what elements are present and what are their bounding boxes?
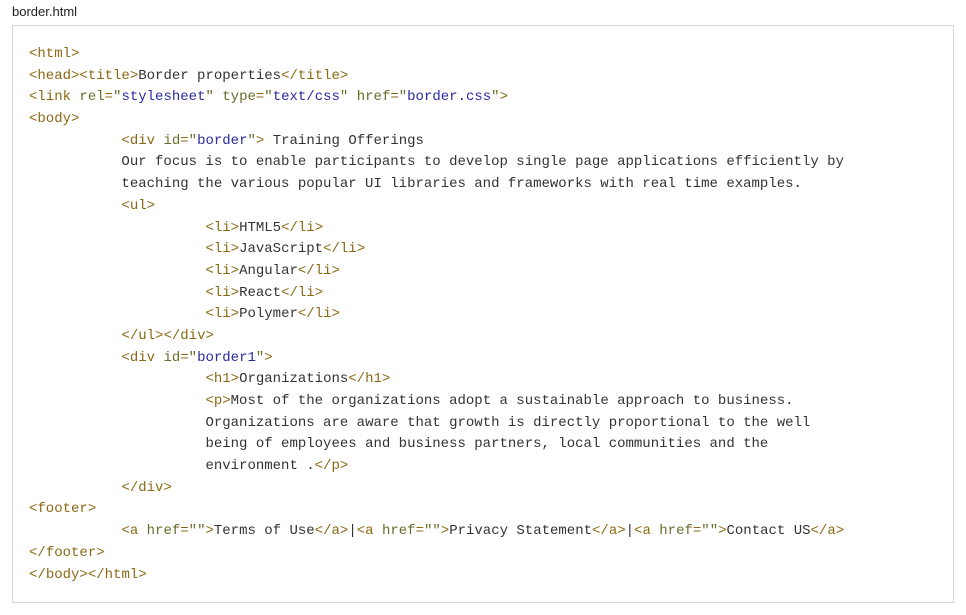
code-block: <html> <head><title>Border properties</t… [12,25,954,603]
filename-label: border.html [0,4,966,25]
source-code: <html> <head><title>Border properties</t… [29,44,937,586]
